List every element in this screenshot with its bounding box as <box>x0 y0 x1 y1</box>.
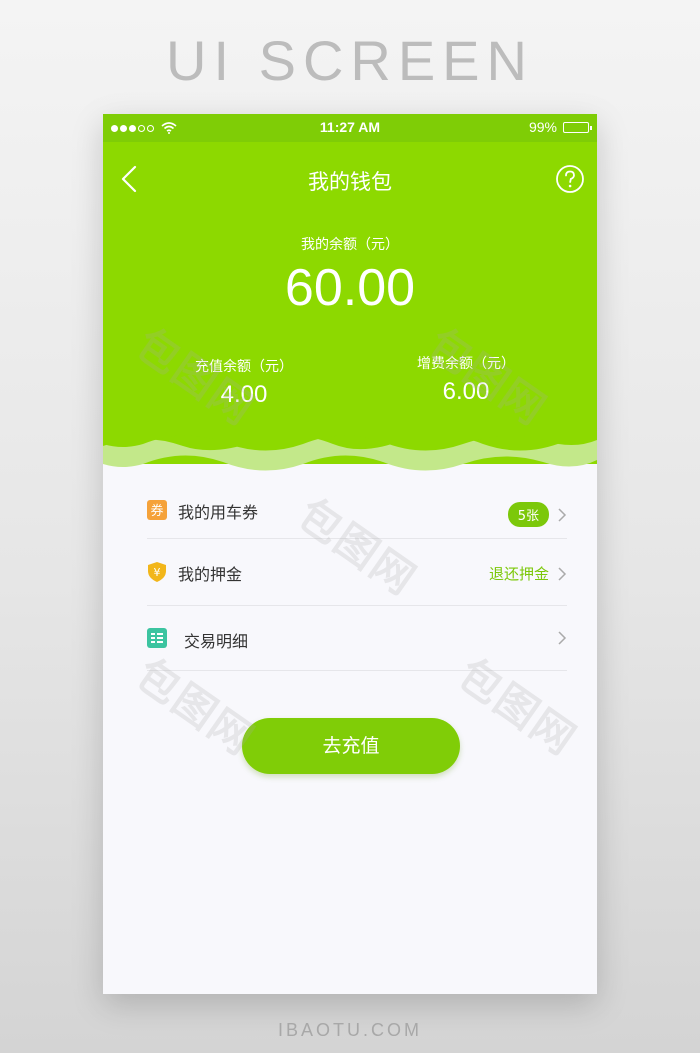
help-icon[interactable] <box>555 164 585 194</box>
phone-screen: 11:27 AM 99% 我的钱包 我的余额（元） 60.00 充值余额（元） … <box>103 114 597 994</box>
status-time: 11:27 AM <box>319 119 381 135</box>
chevron-right-icon <box>558 508 567 522</box>
wallet-menu: 券 我的用车券 5张 ¥ 我的押金 退还押金 交易明细 <box>147 484 567 671</box>
menu-label-deposit: 我的押金 <box>178 565 243 584</box>
chevron-right-icon <box>558 567 567 581</box>
recharge-button[interactable]: 去充值 <box>242 718 460 774</box>
recharge-balance-value: 4.00 <box>220 381 268 408</box>
menu-label-coupons: 我的用车券 <box>178 503 259 522</box>
poster-title: UI SCREEN <box>166 29 534 92</box>
page-title: 我的钱包 <box>308 170 392 194</box>
deposit-icon-glyph: ¥ <box>154 566 161 579</box>
total-balance-amount: 60.00 <box>284 259 416 317</box>
menu-item-deposit[interactable]: ¥ 我的押金 退还押金 <box>147 539 567 606</box>
recharge-balance: 充值余额（元） 4.00 <box>144 357 344 409</box>
coupon-icon: 券 <box>147 500 167 520</box>
chevron-right-icon <box>558 631 567 645</box>
menu-label-transactions: 交易明细 <box>184 632 249 651</box>
menu-item-coupons[interactable]: 券 我的用车券 5张 <box>147 484 567 539</box>
recharge-balance-label: 充值余额（元） <box>195 359 293 375</box>
refund-deposit-link[interactable]: 退还押金 <box>489 563 549 584</box>
total-balance-label: 我的余额（元） <box>301 237 399 253</box>
status-bar: 11:27 AM 99% <box>103 114 597 142</box>
coupon-icon-glyph: 券 <box>150 503 163 519</box>
menu-item-transactions[interactable]: 交易明细 <box>147 606 567 671</box>
transaction-list-icon <box>147 628 167 648</box>
header-wave-decoration <box>103 432 597 471</box>
battery-icon <box>563 121 592 133</box>
coupon-count-badge: 5张 <box>507 502 549 527</box>
wallet-header: 11:27 AM 99% 我的钱包 我的余额（元） 60.00 充值余额（元） … <box>103 114 597 464</box>
poster-footer: IBAOTU.COM <box>277 1020 422 1040</box>
bonus-balance-label: 增费余额（元） <box>417 356 515 372</box>
deposit-shield-icon: ¥ <box>148 562 166 582</box>
battery-status: 99% <box>528 119 592 135</box>
bonus-balance-value: 6.00 <box>442 378 490 405</box>
battery-percent: 99% <box>528 119 557 135</box>
bonus-balance: 增费余额（元） 6.00 <box>366 354 566 406</box>
